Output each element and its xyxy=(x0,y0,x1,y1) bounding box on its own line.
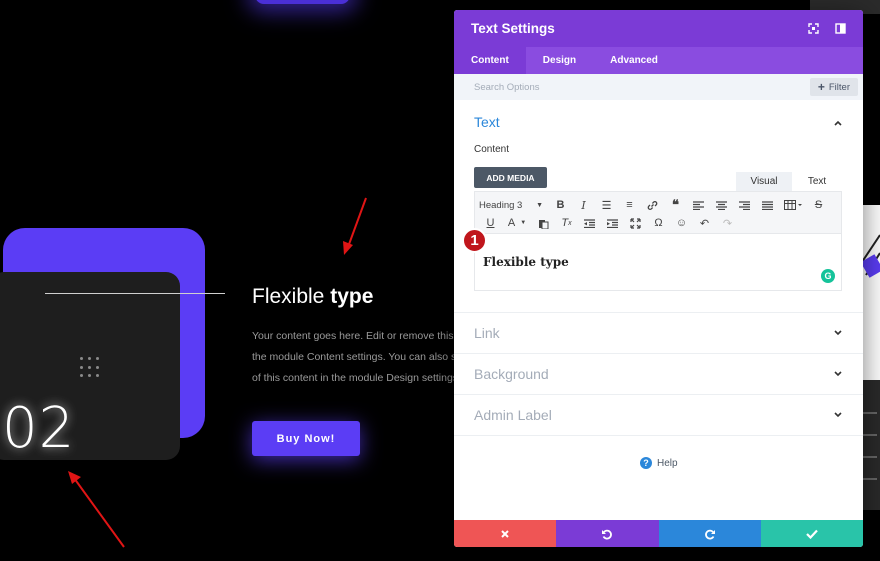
search-input[interactable]: Search Options xyxy=(474,82,539,93)
add-media-button[interactable]: ADD MEDIA xyxy=(474,167,547,188)
strikethrough-icon[interactable]: S xyxy=(807,196,830,214)
close-icon xyxy=(501,529,509,538)
divider xyxy=(454,435,863,436)
numbered-list-icon[interactable]: ≡ xyxy=(618,196,641,214)
section-admin-label-heading[interactable]: Admin Label xyxy=(474,407,552,423)
cancel-button[interactable] xyxy=(454,520,557,547)
panel-header[interactable]: Text Settings xyxy=(454,10,863,47)
filter-button[interactable]: + Filter xyxy=(809,78,858,96)
chevron-down-icon[interactable] xyxy=(833,410,843,420)
format-select-value: Heading 3 xyxy=(479,199,523,211)
grammarly-icon[interactable]: G xyxy=(821,269,835,283)
fullscreen-icon[interactable] xyxy=(624,214,647,232)
filter-label: Filter xyxy=(828,81,850,93)
text-line xyxy=(863,478,877,480)
builder-canvas: 02 Flexible type Your content goes here.… xyxy=(0,0,880,561)
editor-text[interactable]: Flexible type xyxy=(483,255,569,269)
redo-button[interactable] xyxy=(658,520,761,547)
divider xyxy=(454,312,863,313)
special-character-icon[interactable]: Ω xyxy=(647,214,670,232)
divider-line xyxy=(45,293,225,294)
italic-icon[interactable]: I xyxy=(572,196,595,214)
toolbar-row: Heading 3 ▼ B I ☰ ≡ ❝ S xyxy=(479,196,830,214)
text-settings-panel: Text Settings Content Design Advanced Se… xyxy=(454,10,863,547)
editor-tab-text[interactable]: Text xyxy=(792,172,842,191)
panel-footer xyxy=(454,520,863,547)
text-line xyxy=(863,456,877,458)
caret-down-icon: ▼ xyxy=(536,201,543,209)
indent-icon[interactable] xyxy=(601,214,624,232)
preview-title[interactable]: Flexible type xyxy=(252,285,373,309)
content-label: Content xyxy=(474,144,510,155)
body-line: Your content goes here. Edit or remove t… xyxy=(252,330,466,342)
outdent-icon[interactable] xyxy=(578,214,601,232)
title-bold: type xyxy=(330,285,374,308)
section-background-heading[interactable]: Background xyxy=(474,366,549,382)
help-icon: ? xyxy=(640,457,652,469)
text-line xyxy=(863,412,877,414)
sidebar-toggle-icon[interactable] xyxy=(834,23,846,35)
paste-text-icon[interactable] xyxy=(532,214,555,232)
divider xyxy=(454,353,863,354)
chevron-up-icon[interactable] xyxy=(833,118,843,128)
toolbar-row: U A ▼ Tx Ω ☺ ↶ ↷ xyxy=(479,214,739,232)
red-arrow-icon xyxy=(343,197,367,255)
align-justify-icon[interactable] xyxy=(756,196,779,214)
body-line: of this content in the module Design set… xyxy=(252,372,461,384)
clear-formatting-icon[interactable]: Tx xyxy=(555,214,578,232)
chevron-down-icon[interactable] xyxy=(833,328,843,338)
section-text-heading[interactable]: Text xyxy=(474,114,500,130)
table-icon[interactable] xyxy=(779,196,807,214)
panel-title: Text Settings xyxy=(471,21,555,36)
glow-shape xyxy=(255,0,350,4)
body-line: the module Content settings. You can als… xyxy=(252,351,467,363)
underline-icon[interactable]: U xyxy=(479,214,502,232)
title-regular: Flexible xyxy=(252,285,331,308)
bold-icon[interactable]: B xyxy=(549,196,572,214)
help-label: Help xyxy=(657,457,678,469)
editor-tab-visual[interactable]: Visual xyxy=(736,172,792,191)
text-color-icon[interactable]: A ▼ xyxy=(502,214,532,232)
editor-toolbar: Heading 3 ▼ B I ☰ ≡ ❝ S U A ▼ T x Ω ☺ ↶ … xyxy=(474,191,842,234)
panel-tabs: Content Design Advanced xyxy=(454,47,863,74)
link-icon[interactable] xyxy=(641,196,664,214)
section-link-heading[interactable]: Link xyxy=(474,325,500,341)
emoji-icon[interactable]: ☺ xyxy=(670,214,693,232)
search-options-bar[interactable]: Search Options + Filter xyxy=(454,74,863,100)
chevron-down-icon[interactable] xyxy=(833,369,843,379)
format-select[interactable]: Heading 3 ▼ xyxy=(479,200,549,211)
step-number: 02 xyxy=(2,396,76,461)
undo-icon xyxy=(602,529,613,539)
undo-icon[interactable]: ↶ xyxy=(693,214,716,232)
checkmark-icon xyxy=(806,529,818,539)
tab-advanced[interactable]: Advanced xyxy=(593,47,675,74)
dots-grid-icon xyxy=(80,357,102,379)
save-button[interactable] xyxy=(760,520,863,547)
text-line xyxy=(863,434,877,436)
plus-icon: + xyxy=(817,80,825,94)
buy-now-button[interactable]: Buy Now! xyxy=(252,421,360,456)
step-badge: 1 xyxy=(462,228,487,253)
divider xyxy=(454,394,863,395)
redo-icon[interactable]: ↷ xyxy=(716,214,739,232)
preview-body-text[interactable]: Your content goes here. Edit or remove t… xyxy=(252,326,472,392)
red-arrow-icon xyxy=(68,471,125,548)
blockquote-icon[interactable]: ❝ xyxy=(664,196,687,214)
bullet-list-icon[interactable]: ☰ xyxy=(595,196,618,214)
editor-content-area[interactable]: Flexible type G xyxy=(474,234,842,291)
align-center-icon[interactable] xyxy=(710,196,733,214)
undo-button[interactable] xyxy=(556,520,659,547)
help-link[interactable]: ? Help xyxy=(640,457,678,469)
align-right-icon[interactable] xyxy=(733,196,756,214)
align-left-icon[interactable] xyxy=(687,196,710,214)
tab-content[interactable]: Content xyxy=(454,47,526,74)
redo-icon xyxy=(704,529,715,539)
expand-icon[interactable] xyxy=(807,23,819,35)
tab-design[interactable]: Design xyxy=(526,47,593,74)
